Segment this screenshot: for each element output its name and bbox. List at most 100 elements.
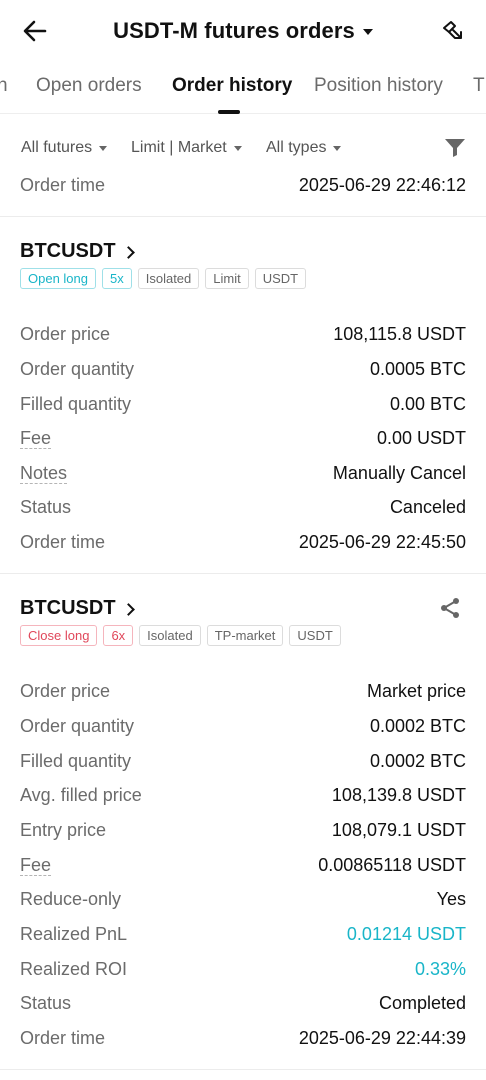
order-quantity-row: Order quantity 0.0002 BTC <box>20 713 466 739</box>
row-value: 0.0002 BTC <box>369 715 466 736</box>
row-label: Order quantity <box>20 715 135 736</box>
row-label: Order price <box>20 323 111 344</box>
tag-side: Close long <box>20 625 98 646</box>
share-icon[interactable] <box>438 596 464 622</box>
row-label: Filled quantity <box>20 393 132 414</box>
fee-label-tooltip[interactable]: Fee <box>20 428 52 449</box>
row-label: Filled quantity <box>20 750 132 771</box>
row-value: 108,115.8 USDT <box>333 323 466 344</box>
divider <box>0 1069 486 1070</box>
order-symbol: BTCUSDT <box>20 240 116 262</box>
tag-leverage: 5x <box>102 268 132 289</box>
order-time-row: Order time 2025-06-29 22:45:50 <box>20 529 466 555</box>
filled-quantity-row: Filled quantity 0.00 BTC <box>20 391 466 417</box>
row-value: 2025-06-29 22:44:39 <box>298 1027 466 1048</box>
row-label: Order time <box>20 174 106 195</box>
order-symbol-link[interactable]: BTCUSDT <box>20 597 135 620</box>
order-price-row: Order price Market price <box>20 678 466 704</box>
back-arrow-icon[interactable] <box>18 14 52 48</box>
order-time-row: Order time 2025-06-29 22:46:12 <box>20 172 466 198</box>
caret-down-icon <box>362 29 373 35</box>
row-value: 108,079.1 USDT <box>331 819 466 840</box>
realized-pnl-row: Realized PnL 0.01214 USDT <box>20 921 466 947</box>
status-row: Status Completed <box>20 990 466 1016</box>
row-label: Avg. filled price <box>20 784 142 805</box>
tag-margin-mode: Isolated <box>137 268 200 289</box>
funnel-icon[interactable] <box>444 138 468 160</box>
row-value: Manually Cancel <box>332 462 466 483</box>
row-value: 0.00 USDT <box>376 427 466 448</box>
tag-leverage: 6x <box>103 625 134 646</box>
tag-currency: USDT <box>254 268 307 289</box>
order-quantity-row: Order quantity 0.0005 BTC <box>20 356 466 382</box>
row-value: 2025-06-29 22:45:50 <box>298 531 466 552</box>
row-label: Entry price <box>20 819 107 840</box>
order-price-row: Order price 108,115.8 USDT <box>20 321 466 347</box>
row-value: 0.0002 BTC <box>369 750 466 771</box>
status-row: Status Canceled <box>20 494 466 520</box>
tag-currency: USDT <box>289 625 341 646</box>
divider <box>0 216 486 217</box>
title-dropdown[interactable]: USDT-M futures orders <box>113 18 373 44</box>
entry-price-row: Entry price 108,079.1 USDT <box>20 817 466 843</box>
filter-all-types[interactable]: All types <box>266 139 342 157</box>
row-label: Realized ROI <box>20 958 128 979</box>
status-value: Completed <box>378 992 466 1013</box>
filter-all-futures[interactable]: All futures <box>21 139 108 157</box>
reduce-only-row: Reduce-only Yes <box>20 886 466 912</box>
tag-side: Open long <box>20 268 96 289</box>
row-value: 0.0005 BTC <box>369 358 466 379</box>
row-value: 0.00865118 USDT <box>318 854 466 875</box>
order-time-row: Order time 2025-06-29 22:44:39 <box>20 1025 466 1051</box>
tag-order-type: TP-market <box>206 625 284 646</box>
notes-label-tooltip[interactable]: Notes <box>20 463 68 484</box>
chevron-right-icon <box>121 602 135 616</box>
fee-row: Fee 0.00 USDT <box>20 425 466 451</box>
order-tags: Close long 6x Isolated TP-market USDT <box>20 625 341 646</box>
notes-row: Notes Manually Cancel <box>20 460 466 486</box>
filter-limit-market[interactable]: Limit | Market <box>131 139 242 157</box>
row-value: 2025-06-29 22:46:12 <box>298 174 466 195</box>
row-value: Yes <box>436 888 466 909</box>
row-label: Order price <box>20 680 111 701</box>
row-value: Market price <box>366 680 466 701</box>
filled-quantity-row: Filled quantity 0.0002 BTC <box>20 748 466 774</box>
tab-position-history[interactable]: Position history <box>314 75 443 97</box>
fee-label-tooltip[interactable]: Fee <box>20 855 52 876</box>
filter-bar: All futures Limit | Market All types <box>0 114 486 170</box>
status-value: Canceled <box>389 496 466 517</box>
divider <box>0 573 486 574</box>
caret-down-icon <box>99 145 108 151</box>
row-label: Status <box>20 992 72 1013</box>
caret-down-icon <box>333 145 342 151</box>
tag-order-type: Limit <box>205 268 249 289</box>
tab-bar: n Open orders Order history Position his… <box>0 62 486 114</box>
page-title: USDT-M futures orders <box>113 18 355 43</box>
row-label: Order time <box>20 1027 106 1048</box>
realized-pnl-value: 0.01214 USDT <box>346 923 466 944</box>
row-label: Realized PnL <box>20 923 128 944</box>
filter-all-futures-label: All futures <box>21 139 93 156</box>
row-label: Order quantity <box>20 358 135 379</box>
realized-roi-value: 0.33% <box>414 958 466 979</box>
tab-order-history[interactable]: Order history <box>172 75 292 97</box>
row-value: 108,139.8 USDT <box>331 784 466 805</box>
top-bar: USDT-M futures orders <box>0 0 486 62</box>
tag-margin-mode: Isolated <box>139 625 201 646</box>
tab-more[interactable]: T <box>473 75 485 97</box>
filter-all-types-label: All types <box>266 139 327 156</box>
row-label: Order time <box>20 531 106 552</box>
order-symbol-link[interactable]: BTCUSDT <box>20 240 135 263</box>
fee-row: Fee 0.00865118 USDT <box>20 852 466 878</box>
order-symbol: BTCUSDT <box>20 597 116 619</box>
filter-limit-market-label: Limit | Market <box>131 139 227 156</box>
tab-open-orders[interactable]: Open orders <box>36 75 142 97</box>
avg-filled-price-row: Avg. filled price 108,139.8 USDT <box>20 782 466 808</box>
row-label: Reduce-only <box>20 888 122 909</box>
tab-positions[interactable]: n <box>0 75 8 97</box>
chevron-right-icon <box>121 245 135 259</box>
realized-roi-row: Realized ROI 0.33% <box>20 956 466 982</box>
caret-down-icon <box>233 145 242 151</box>
share-icon[interactable] <box>438 15 468 45</box>
order-tags: Open long 5x Isolated Limit USDT <box>20 268 307 289</box>
